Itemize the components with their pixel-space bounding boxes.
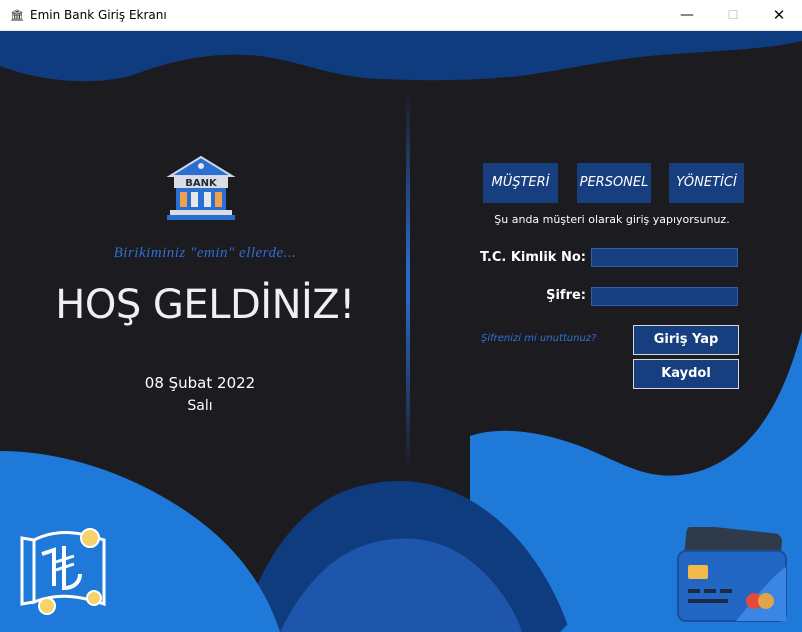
slogan-text: Birikiminiz "emin" ellerde...	[113, 245, 297, 261]
tc-label: T.C. Kimlik No:	[479, 250, 586, 265]
day-text: Salı	[187, 398, 213, 414]
minimize-button[interactable]: —	[664, 0, 710, 31]
lira-money-icon	[20, 528, 106, 615]
role-button-yonetici[interactable]: YÖNETİCİ	[669, 163, 744, 203]
register-button[interactable]: Kaydol	[633, 359, 739, 389]
close-button[interactable]: ✕	[756, 0, 802, 31]
role-button-personel[interactable]: PERSONEL	[577, 163, 651, 203]
credit-card-icon	[677, 527, 787, 622]
maximize-button[interactable]: ☐	[710, 0, 756, 31]
bank-logo-text: BANK	[185, 178, 218, 189]
login-window: 🏛 Emin Bank Giriş Ekranı — ☐ ✕ BANK Biri…	[0, 0, 802, 632]
password-input[interactable]	[591, 287, 738, 306]
tc-input[interactable]	[591, 248, 738, 267]
forgot-password-link[interactable]: Şifrenizi mi unuttunuz?	[481, 333, 596, 344]
welcome-heading: HOŞ GELDİNİZ!	[55, 282, 355, 328]
title-bar: 🏛 Emin Bank Giriş Ekranı — ☐ ✕	[0, 0, 802, 31]
role-button-musteri[interactable]: MÜŞTERİ	[483, 163, 558, 203]
vertical-divider	[406, 91, 410, 471]
main-content: BANK Birikiminiz "emin" ellerde... HOŞ G…	[0, 31, 802, 632]
login-button[interactable]: Giriş Yap	[633, 325, 739, 355]
password-label: Şifre:	[546, 288, 586, 303]
role-info-text: Şu anda müşteri olarak giriş yapıyorsunu…	[494, 213, 730, 226]
bank-logo-icon: BANK	[166, 155, 236, 220]
window-title: Emin Bank Giriş Ekranı	[30, 8, 167, 22]
date-text: 08 Şubat 2022	[144, 374, 256, 392]
bank-app-icon: 🏛	[10, 10, 24, 22]
